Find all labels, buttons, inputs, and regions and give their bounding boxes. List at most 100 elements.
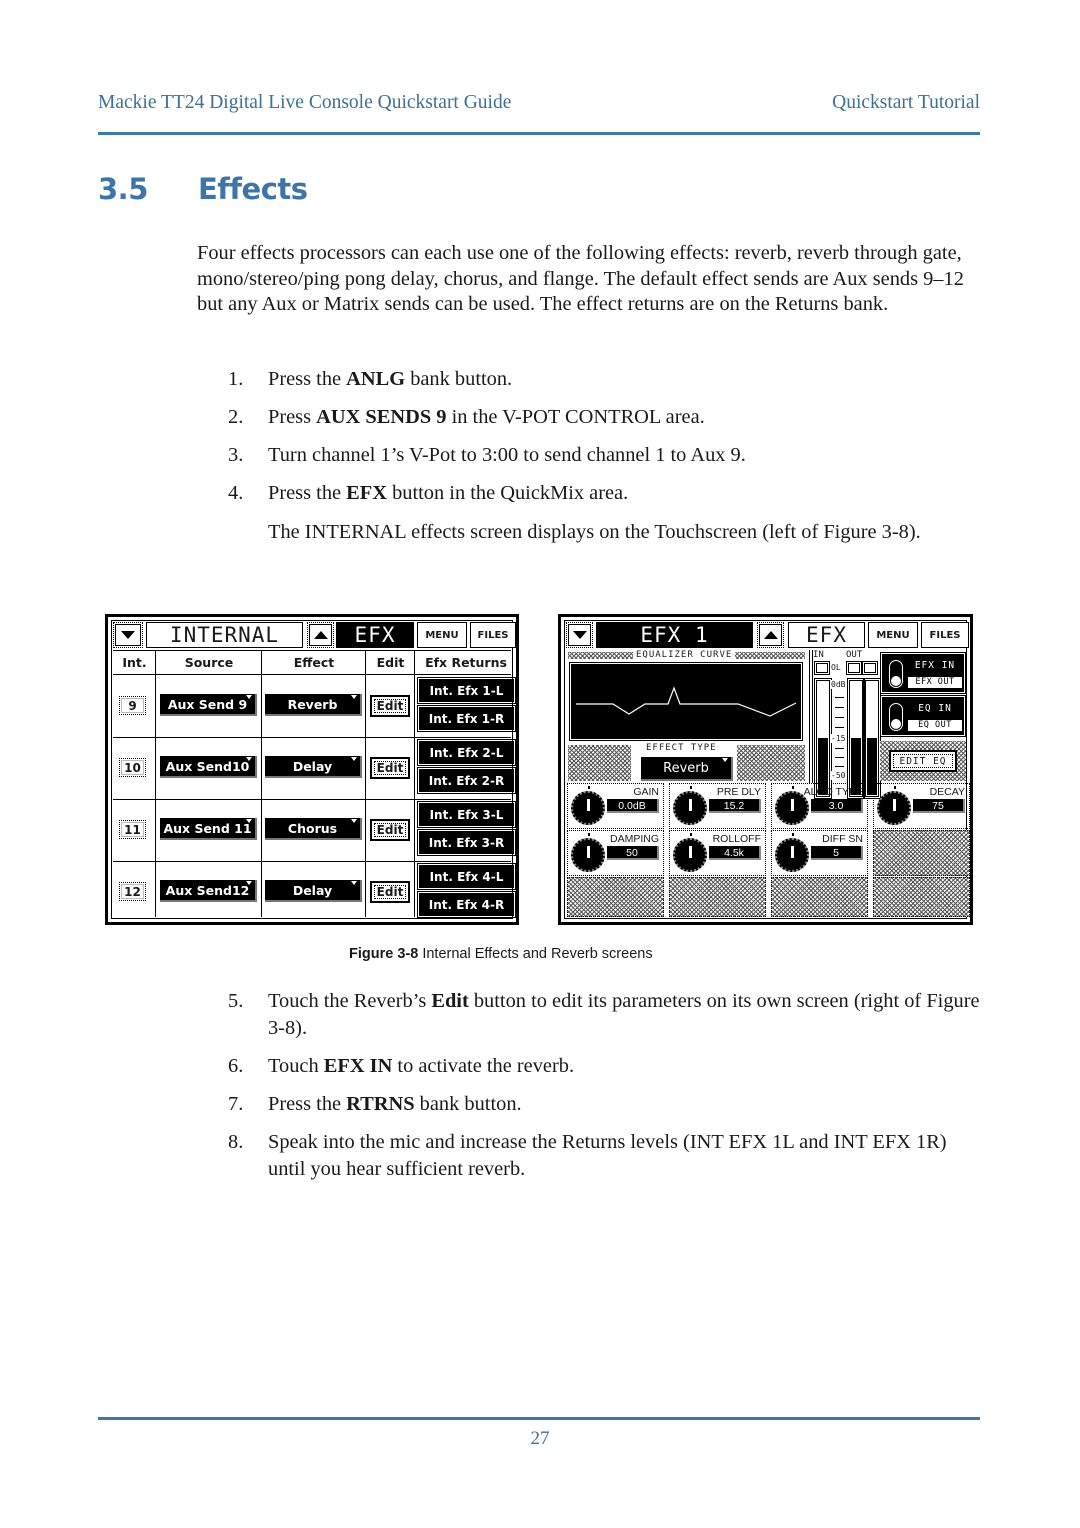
source-dropdown[interactable]: Aux Send10 [160,756,257,778]
effect-dropdown[interactable]: Reverb [265,694,362,716]
return-left-button[interactable]: Int. Efx 3-L [417,801,516,828]
efx-in-toggle[interactable]: EFX IN EFX OUT [880,652,966,694]
column-header: Efx Returns [425,654,507,670]
edit-button[interactable]: Edit [370,881,410,903]
return-right-button[interactable]: Int. Efx 4-R [417,891,516,918]
edit-button[interactable]: Edit [370,757,410,779]
return-right-button[interactable]: Int. Efx 1-R [417,705,516,732]
files-button[interactable]: FILES [470,622,516,648]
prev-button[interactable] [566,622,593,648]
int-number[interactable]: 10 [119,758,146,777]
empty-param-slot [771,877,868,917]
reverb-edit-screen: EFX 1 EFX MENU FILES EQUALIZER CURVE EFF… [558,614,973,925]
meter-out-right [863,678,881,799]
meter-out-left [847,678,865,799]
empty-param-slot [873,830,970,876]
step-number: 3. [228,444,244,466]
caret-down-icon [351,695,357,699]
next-button[interactable] [757,622,784,648]
screen-title: EFX 1 [596,622,753,648]
int-number[interactable]: 11 [119,820,146,839]
source-dropdown[interactable]: Aux Send12 [160,880,257,902]
edit-button[interactable]: Edit [370,695,410,717]
eq-curve-display[interactable] [569,662,803,741]
files-button[interactable]: FILES [921,622,969,648]
triangle-up-icon [313,631,328,639]
divider [812,650,813,783]
int-number[interactable]: 9 [119,696,146,715]
pattern-fill [568,745,631,781]
caret-down-icon [351,881,357,885]
column-header: Edit [376,654,405,670]
divider [809,650,810,783]
header-rule [98,132,980,135]
eq-in-toggle[interactable]: EQ IN EQ OUT [880,695,966,737]
empty-param-slot [567,877,664,917]
step-text: Touch EFX IN to activate the reverb. [268,1055,575,1077]
eq-curve-label: EQUALIZER CURVE [633,650,736,660]
effects-table: Int. Source Effect Edit Efx Returns 9 Au… [113,650,516,918]
return-left-button[interactable]: Int. Efx 1-L [417,677,516,704]
knob-icon [571,833,605,872]
prev-button[interactable] [113,622,143,648]
param-rolloff[interactable]: ROLLOFF 4.5k [669,830,766,876]
menu-button[interactable]: MENU [417,622,467,648]
toggle-switch-icon [889,703,903,731]
param-gain[interactable]: GAIN 0.0dB [567,783,664,829]
mode-label: EFX [788,622,865,648]
caret-down-icon [246,757,252,761]
figure-label: Figure 3-8 [349,946,419,962]
step-text: Press AUX SENDS 9 in the V-POT CONTROL a… [268,406,705,428]
step-number: 5. [228,990,244,1012]
step-text: Press the ANLG bank button. [268,368,513,390]
step-number: 7. [228,1093,244,1115]
effect-dropdown[interactable]: Delay [265,880,362,902]
mode-label: EFX [336,622,414,648]
pattern-fill [737,745,805,781]
empty-param-slot [873,877,970,917]
return-left-button[interactable]: Int. Efx 2-L [417,739,516,766]
step-text: Touch the Reverb’s Edit button to edit i… [268,990,980,1039]
section-heading: 3.5 Effects [98,172,308,206]
meter-in-label: IN [813,650,824,660]
column-header: Source [184,654,234,670]
param-damping[interactable]: DAMPING 50 [567,830,664,876]
param-decay[interactable]: DECAY 75 [873,783,970,829]
figure-caption-text: Internal Effects and Reverb screens [418,946,653,962]
return-right-button[interactable]: Int. Efx 3-R [417,829,516,856]
source-dropdown[interactable]: Aux Send 9 [160,694,257,716]
efx-in-label: EFX IN [914,660,956,671]
empty-param-slot [669,877,766,917]
step-text: Turn channel 1’s V-Pot to 3:00 to send c… [268,444,746,466]
effect-type-dropdown[interactable]: Reverb [641,757,733,781]
edit-eq-button[interactable]: EDIT EQ [889,750,957,772]
step-text: Press the RTRNS bank button. [268,1093,522,1115]
triangle-up-icon [763,631,778,639]
meter-scale-50: -50 [831,771,846,780]
caret-down-icon [351,819,357,823]
param-pre-delay[interactable]: PRE DLY 15.2 [669,783,766,829]
edit-button[interactable]: Edit [370,819,410,841]
effect-dropdown[interactable]: Delay [265,756,362,778]
figure-caption: Figure 3-8 Internal Effects and Reverb s… [349,946,653,962]
effect-dropdown[interactable]: Chorus [265,818,362,840]
eq-out-label: EQ OUT [908,720,962,731]
in-clip-led [814,661,830,675]
menu-button[interactable]: MENU [868,622,918,648]
return-left-button[interactable]: Int. Efx 4-L [417,863,516,890]
int-number[interactable]: 12 [119,882,146,901]
return-right-button[interactable]: Int. Efx 2-R [417,767,516,794]
meter-out-label: OUT [846,650,863,660]
column-header: Effect [293,654,335,670]
eq-curve-graph [576,686,797,717]
caret-down-icon [722,758,728,762]
meter-scale-0db: 0dB [831,680,846,689]
out-l-clip-led [846,661,862,675]
knob-icon [571,786,605,825]
param-algo-type[interactable]: ALGO TYPE 3.0 [771,783,868,829]
caret-down-icon [246,695,252,699]
screen-title: INTERNAL [146,622,303,648]
param-diffusion[interactable]: DIFF SN 5 [771,830,868,876]
source-dropdown[interactable]: Aux Send 11 [160,818,257,840]
next-button[interactable] [307,622,334,648]
